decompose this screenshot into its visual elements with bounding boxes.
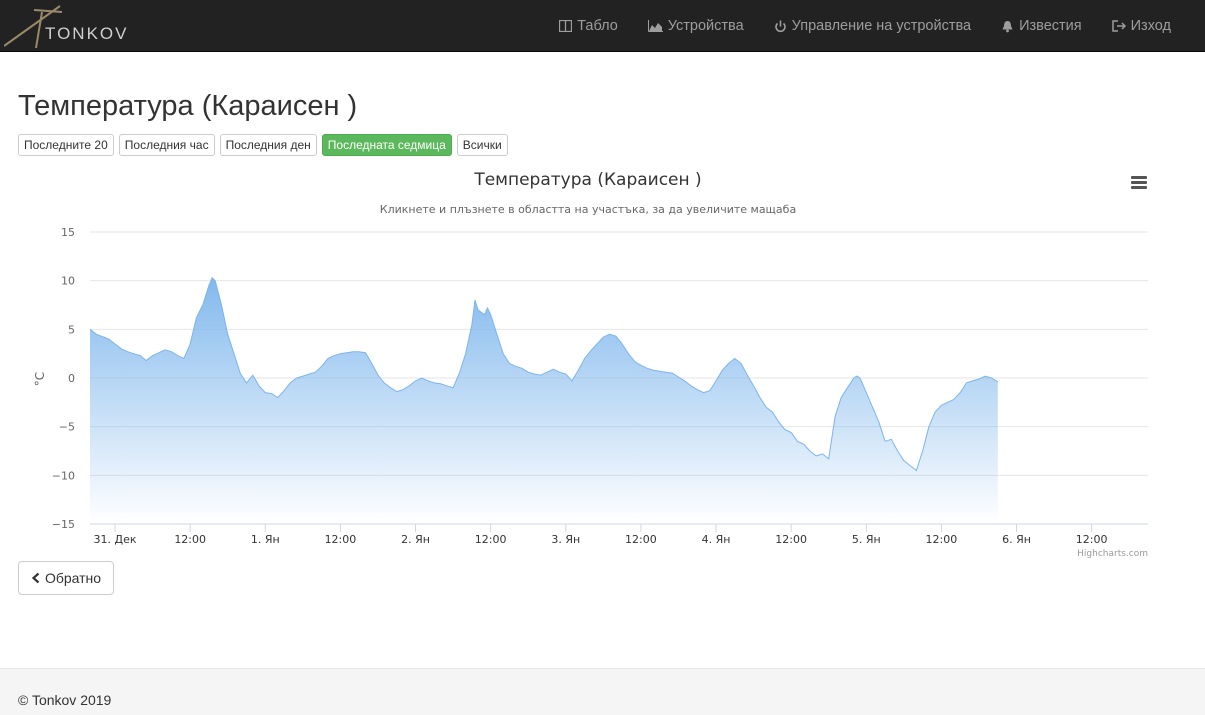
back-button[interactable]: Обратно bbox=[18, 561, 114, 595]
x-tick-label: 5. Ян bbox=[852, 533, 881, 546]
range-button-last-hour[interactable]: Последния час bbox=[118, 134, 215, 156]
range-button-last-day[interactable]: Последния ден bbox=[219, 134, 317, 156]
x-tick-label: 12:00 bbox=[926, 533, 958, 546]
main-nav: Табло Устройства Управление на устройств… bbox=[529, 0, 1171, 52]
range-button-last-20[interactable]: Последните 20 bbox=[18, 134, 114, 156]
area-chart-icon bbox=[647, 20, 663, 32]
chart-credits[interactable]: Highcharts.com bbox=[1077, 549, 1148, 559]
footer-copyright: © Tonkov 2019 bbox=[18, 692, 112, 708]
nav-item-device-control[interactable]: Управление на устройства bbox=[774, 18, 971, 34]
x-tick-label: 12:00 bbox=[1076, 533, 1108, 546]
brand-logo[interactable]: TONKOV bbox=[3, 2, 134, 50]
x-tick-label: 2. Ян bbox=[401, 533, 430, 546]
y-tick-label: 5 bbox=[68, 323, 75, 336]
y-tick-label: 15 bbox=[61, 226, 75, 239]
y-tick-label: −10 bbox=[52, 469, 75, 482]
chart-x-axis: 31. Дек 12:00 1. Ян 12:00 2. Ян 12:00 3. Ян 12:… bbox=[90, 523, 1148, 546]
power-icon bbox=[774, 20, 786, 32]
x-tick-label: 12:00 bbox=[625, 533, 657, 546]
x-tick-label: 1. Ян bbox=[251, 533, 280, 546]
brand-name: TONKOV bbox=[45, 24, 129, 43]
x-tick-label: 31. Дек bbox=[94, 533, 137, 546]
bell-icon bbox=[1002, 20, 1013, 32]
columns-icon bbox=[559, 20, 573, 32]
chart-subtitle: Кликнете и плъзнете в областта на участъ… bbox=[380, 203, 796, 216]
nav-item-logout[interactable]: Изход bbox=[1111, 18, 1171, 34]
nav-item-notifications[interactable]: Известия bbox=[1001, 18, 1082, 34]
hamburger-icon-bar bbox=[1131, 186, 1147, 189]
y-tick-label: −5 bbox=[59, 421, 75, 434]
chart-menu-button[interactable] bbox=[1128, 174, 1150, 192]
y-tick-label: 10 bbox=[61, 275, 75, 288]
nav-item-label: Известия bbox=[1019, 18, 1082, 34]
x-tick-label: 12:00 bbox=[325, 533, 357, 546]
range-button-last-week[interactable]: Последната седмица bbox=[321, 134, 452, 156]
chart-y-axis: 15 10 5 0 −5 −10 −15 bbox=[52, 226, 75, 531]
x-tick-label: 12:00 bbox=[174, 533, 206, 546]
footer: © Tonkov 2019 bbox=[0, 668, 1205, 715]
nav-item-label: Табло bbox=[577, 18, 618, 34]
nav-item-label: Устройства bbox=[667, 18, 744, 34]
nav-item-label: Управление на устройства bbox=[791, 18, 972, 34]
y-axis-title: °C bbox=[33, 372, 47, 386]
hamburger-icon-bar bbox=[1131, 181, 1147, 184]
chart-title: Температура (Караисен ) bbox=[473, 170, 701, 190]
time-range-selector: Последните 20 Последния час Последния де… bbox=[18, 134, 513, 156]
y-tick-label: 0 bbox=[68, 372, 75, 385]
temperature-chart[interactable]: Температура (Караисен ) Кликнете и плъзн… bbox=[18, 160, 1158, 560]
nav-item-label: Изход bbox=[1130, 18, 1171, 34]
chevron-left-icon bbox=[31, 572, 40, 584]
back-button-label: Обратно bbox=[44, 570, 102, 586]
page-title: Температура (Караисен ) bbox=[18, 90, 358, 122]
x-tick-label: 6. Ян bbox=[1002, 533, 1031, 546]
range-button-all[interactable]: Всички bbox=[456, 134, 508, 156]
chart-series bbox=[89, 276, 999, 524]
x-tick-label: 12:00 bbox=[475, 533, 507, 546]
area-series-fill bbox=[90, 277, 998, 524]
hamburger-icon-bar bbox=[1131, 176, 1147, 179]
y-tick-label: −15 bbox=[52, 518, 75, 531]
nav-item-devices[interactable]: Устройства bbox=[647, 18, 744, 34]
logout-icon bbox=[1111, 20, 1126, 32]
chart-canvas[interactable]: Температура (Караисен ) Кликнете и плъзн… bbox=[18, 160, 1158, 560]
x-tick-label: 3. Ян bbox=[551, 533, 580, 546]
x-tick-label: 12:00 bbox=[775, 533, 807, 546]
navbar: TONKOV Табло Устройства Управление на ус… bbox=[0, 0, 1205, 52]
nav-item-dashboard[interactable]: Табло bbox=[559, 18, 618, 34]
x-tick-label: 4. Ян bbox=[702, 533, 731, 546]
